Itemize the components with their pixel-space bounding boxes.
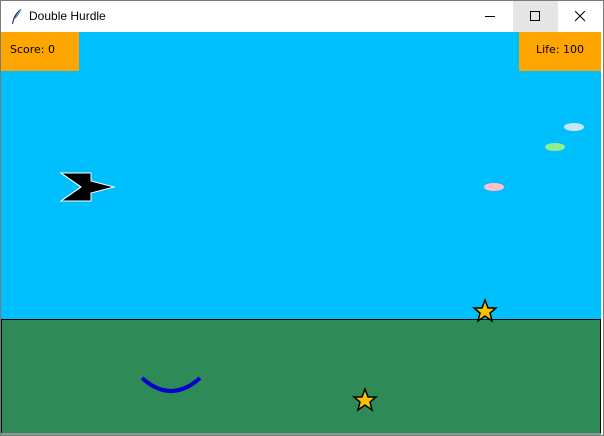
- arrow-ship-icon: [59, 172, 116, 202]
- game-window: Double Hurdle Score: 0 Life: 100: [0, 0, 604, 436]
- game-scene: [59, 123, 584, 412]
- feather-icon: [12, 8, 22, 24]
- cloud-green: [545, 143, 565, 151]
- minimize-button[interactable]: [468, 1, 513, 32]
- star-icon: [351, 386, 379, 412]
- status-strip: [1, 433, 601, 435]
- close-icon: [575, 11, 586, 22]
- arc-catcher-icon: [140, 376, 202, 393]
- minimize-icon: [485, 16, 495, 17]
- maximize-button[interactable]: [513, 1, 558, 32]
- window-title: Double Hurdle: [29, 9, 106, 23]
- cloud-light-blue: [564, 123, 584, 131]
- star-icon: [471, 297, 499, 323]
- title-bar[interactable]: Double Hurdle: [1, 1, 603, 32]
- maximize-icon: [530, 11, 540, 21]
- close-button[interactable]: [558, 1, 603, 32]
- cloud-pink: [484, 183, 504, 191]
- game-canvas[interactable]: Score: 0 Life: 100: [1, 32, 601, 435]
